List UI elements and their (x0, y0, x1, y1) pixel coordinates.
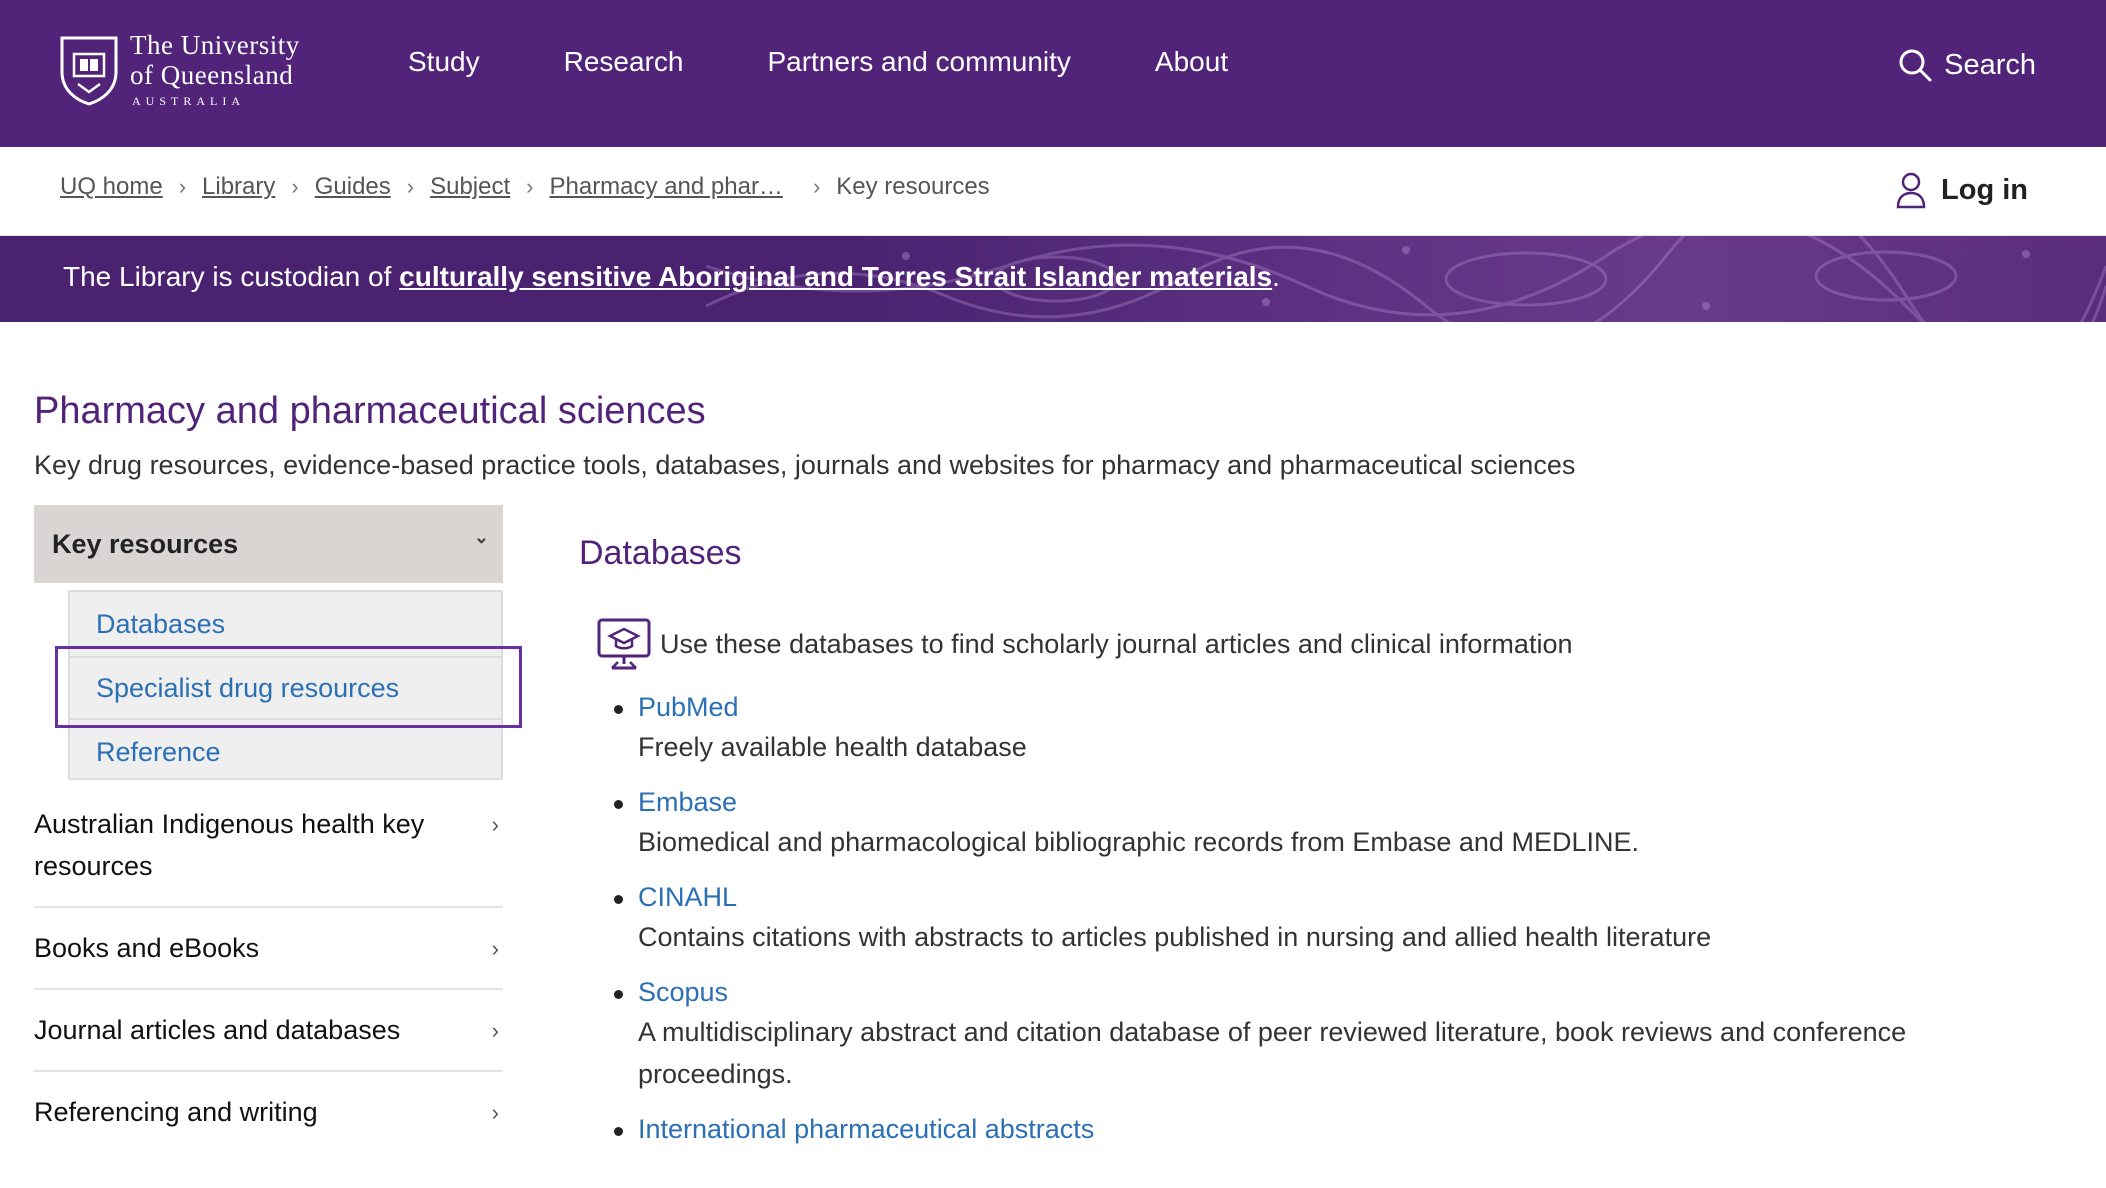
search-button[interactable]: Search (1898, 48, 2036, 82)
chevron-right-icon: › (491, 936, 499, 961)
nav-about[interactable]: About (1155, 46, 1228, 78)
chevron-right-icon: › (406, 174, 415, 199)
pubmed-link[interactable]: PubMed (638, 688, 2012, 727)
breadcrumb-library[interactable]: Library (202, 173, 275, 201)
uq-crest-icon (60, 36, 118, 106)
breadcrumb: UQ home › Library › Guides › Subject › P… (60, 173, 990, 201)
uq-logo[interactable]: The University of Queensland AUSTRALIA (58, 32, 300, 107)
banner-cultural-materials-link[interactable]: culturally sensitive Aboriginal and Torr… (399, 261, 1272, 292)
breadcrumb-guides[interactable]: Guides (315, 173, 391, 201)
chevron-right-icon: › (178, 174, 187, 199)
database-description: A multidisciplinary abstract and citatio… (638, 1017, 1907, 1089)
chevron-right-icon: › (291, 174, 299, 199)
main-nav: Study Research Partners and community Ab… (408, 46, 1312, 78)
sidebar-item-label: Books and eBooks (34, 933, 260, 963)
embase-link[interactable]: Embase (638, 783, 2012, 822)
login-button[interactable]: Log in (1895, 171, 2028, 209)
list-item: Embase Biomedical and pharmacological bi… (612, 783, 2012, 864)
sidebar-item-indigenous-health[interactable]: Australian Indigenous health key resourc… (34, 804, 503, 908)
breadcrumb-uq-home[interactable]: UQ home (60, 173, 163, 201)
list-item: Scopus A multidisciplinary abstract and … (612, 973, 2012, 1096)
chevron-down-icon: ⌄ (473, 527, 489, 547)
subnav-reference[interactable]: Reference (70, 720, 501, 784)
sidebar-key-resources-label: Key resources (52, 528, 239, 559)
online-learning-icon (597, 618, 651, 670)
international-pharmaceutical-abstracts-link[interactable]: International pharmaceutical abstracts (638, 1110, 2012, 1149)
logo-line-3: AUSTRALIA (132, 94, 245, 108)
cinahl-link[interactable]: CINAHL (638, 878, 2012, 917)
list-item: CINAHL Contains citations with abstracts… (612, 878, 2012, 959)
search-icon (1899, 49, 1932, 82)
section-title-databases: Databases (579, 534, 742, 572)
databases-intro-text: Use these databases to find scholarly jo… (660, 628, 1573, 659)
sidebar-item-label: Australian Indigenous health key resourc… (34, 809, 425, 881)
page-subtitle: Key drug resources, evidence-based pract… (34, 450, 1576, 480)
breadcrumb-pharmacy[interactable]: Pharmacy and phar… (549, 173, 782, 201)
custodian-banner: The Library is custodian of culturally s… (0, 236, 2106, 322)
login-label: Log in (1941, 173, 2028, 206)
sidebar-key-resources[interactable]: Key resources ⌄ (34, 505, 503, 583)
chevron-right-icon: › (491, 1100, 499, 1125)
nav-research[interactable]: Research (564, 46, 684, 78)
user-icon (1896, 172, 1926, 209)
sidebar-item-journal-articles[interactable]: Journal articles and databases › (34, 1010, 503, 1072)
database-description: Contains citations with abstracts to art… (638, 922, 1712, 953)
databases-intro: Use these databases to find scholarly jo… (596, 616, 1572, 672)
highlight-box (55, 646, 522, 728)
banner-prefix: The Library is custodian of (63, 261, 400, 292)
logo-line-2: of Queensland (130, 60, 294, 90)
nav-partners-community[interactable]: Partners and community (767, 46, 1070, 78)
list-item: PubMed Freely available health database (612, 688, 2012, 769)
sidebar-item-label: Journal articles and databases (34, 1015, 401, 1045)
breadcrumb-bar: UQ home › Library › Guides › Subject › P… (0, 147, 2106, 236)
list-item: International pharmaceutical abstracts (612, 1110, 2012, 1149)
sidebar-item-books[interactable]: Books and eBooks › (34, 928, 503, 990)
nav-study[interactable]: Study (408, 46, 480, 78)
sidebar-item-label: Referencing and writing (34, 1097, 318, 1127)
scopus-link[interactable]: Scopus (638, 973, 2012, 1012)
breadcrumb-subject[interactable]: Subject (430, 173, 510, 201)
database-list: PubMed Freely available health database … (612, 688, 2012, 1163)
chevron-right-icon: › (491, 812, 499, 837)
chevron-right-icon: › (526, 174, 534, 199)
sidebar-item-referencing[interactable]: Referencing and writing › (34, 1092, 503, 1154)
database-description: Biomedical and pharmacological bibliogra… (638, 827, 1639, 858)
search-label: Search (1944, 48, 2036, 81)
breadcrumb-current: Key resources (836, 173, 990, 200)
chevron-right-icon: › (812, 174, 821, 199)
logo-line-1: The University (130, 30, 300, 60)
database-description: Freely available health database (638, 732, 1027, 763)
site-header: The University of Queensland AUSTRALIA S… (0, 0, 2106, 147)
chevron-right-icon: › (491, 1018, 499, 1043)
banner-message: The Library is custodian of culturally s… (63, 261, 1280, 293)
page-title: Pharmacy and pharmaceutical sciences (34, 390, 706, 432)
banner-suffix: . (1272, 261, 1280, 292)
